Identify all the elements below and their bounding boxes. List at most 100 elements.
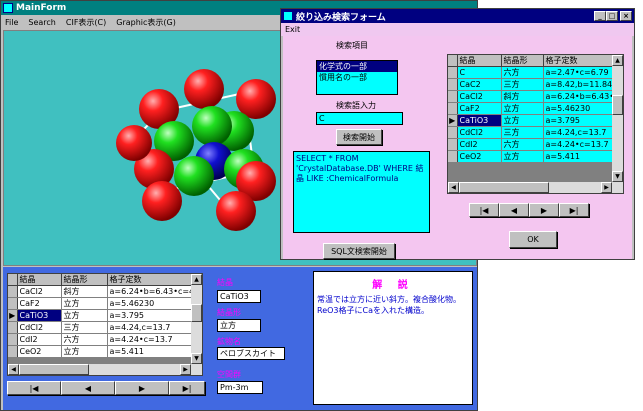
cell-lattice[interactable]: a=2.47•c=6.79 — [543, 66, 614, 79]
ok-button[interactable]: OK — [509, 231, 557, 248]
cell-crystal[interactable]: CdI2 — [17, 333, 62, 346]
row-indicator[interactable] — [8, 333, 18, 346]
sql-text-area[interactable]: SELECT * FROM 'CrystalDatabase.DB' WHERE… — [293, 151, 430, 233]
row-indicator[interactable] — [8, 321, 18, 334]
col-header-form[interactable]: 結晶形 — [61, 274, 108, 286]
menu-graphic[interactable]: Graphic表示(G) — [116, 17, 176, 28]
cell-crystal[interactable]: CeO2 — [17, 345, 62, 358]
cell-lattice[interactable]: a=4.24,c=13.7 — [543, 126, 614, 139]
row-pointer-icon[interactable]: ▶ — [448, 114, 458, 127]
minimize-icon[interactable]: _ — [594, 11, 606, 21]
cell-crystal[interactable]: CeO2 — [457, 150, 502, 163]
cell-lattice[interactable]: a=3.795 — [107, 309, 193, 322]
search-table-row[interactable]: CaCl2斜方a=6.24•b=6.43•c= — [448, 90, 614, 103]
cell-crystal[interactable]: CdCl2 — [17, 321, 62, 334]
cell-form[interactable]: 三方 — [501, 78, 544, 91]
search-scroll-right-arrow-icon[interactable]: ▶ — [601, 182, 612, 193]
cell-crystal[interactable]: C — [457, 66, 502, 79]
cell-crystal[interactable]: CaCl2 — [457, 90, 502, 103]
search-nav-prev-button[interactable]: ◀ — [499, 203, 529, 217]
row-pointer-icon[interactable]: ▶ — [8, 309, 18, 322]
cell-lattice[interactable]: a=6.24•b=6.43•c= — [543, 90, 614, 103]
main-table-row[interactable]: CeO2 立方 a=5.411 — [8, 345, 193, 358]
cell-form[interactable]: 立方 — [501, 102, 544, 115]
search-col-header-crystal[interactable]: 結晶 — [457, 55, 502, 67]
maximize-icon[interactable]: □ — [606, 11, 618, 21]
search-item-option-common[interactable]: 慣用名の一部 — [317, 72, 397, 83]
search-col-header-form[interactable]: 結晶形 — [501, 55, 544, 67]
main-table-row[interactable]: CdI2 六方 a=4.24•c=13.7 — [8, 333, 193, 346]
main-nav-prev-button[interactable]: ◀ — [61, 381, 115, 395]
row-indicator[interactable] — [8, 297, 18, 310]
cell-lattice[interactable]: a=4.24•c=13.7 — [107, 333, 193, 346]
main-grid-vscroll[interactable]: ▲ ▼ — [191, 274, 202, 364]
search-item-listbox[interactable]: 化学式の一部 慣用名の一部 — [316, 60, 398, 95]
cell-form[interactable]: 斜方 — [501, 90, 544, 103]
search-scroll-up-arrow-icon[interactable]: ▲ — [612, 55, 623, 66]
search-item-option-formula[interactable]: 化学式の一部 — [317, 61, 397, 72]
search-table-row[interactable]: CdCl2 三方 a=4.24,c=13.7 — [448, 126, 614, 139]
cell-form[interactable]: 六方 — [501, 138, 544, 151]
cell-lattice[interactable]: a=4.24,c=13.7 — [107, 321, 193, 334]
search-form-titlebar[interactable]: 絞り込み検索フォーム _ □ × — [281, 9, 634, 23]
search-nav-first-button[interactable]: |◀ — [469, 203, 499, 217]
row-indicator[interactable] — [448, 90, 458, 103]
cell-form[interactable]: 立方 — [61, 345, 108, 358]
cell-form[interactable]: 立方 — [501, 150, 544, 163]
search-grid-vthumb[interactable] — [612, 95, 623, 115]
main-nav-last-button[interactable]: ▶| — [169, 381, 205, 395]
cell-form[interactable]: 三方 — [501, 126, 544, 139]
cell-form[interactable]: 立方 — [61, 297, 108, 310]
search-table-row[interactable]: CaC2 三方 a=8.42,b=11.84,c — [448, 78, 614, 91]
main-table-row[interactable]: ▶ CaTiO3 立方 a=3.795 — [8, 309, 193, 322]
scroll-right-arrow-icon[interactable]: ▶ — [180, 364, 191, 375]
search-word-input[interactable]: C — [316, 112, 403, 125]
cell-form[interactable]: 三方 — [61, 321, 108, 334]
row-indicator[interactable] — [448, 138, 458, 151]
main-nav-next-button[interactable]: ▶ — [115, 381, 169, 395]
row-indicator[interactable] — [448, 102, 458, 115]
cell-lattice[interactable]: a=8.42,b=11.84,c — [543, 78, 614, 91]
cell-crystal[interactable]: CaTiO3 — [17, 309, 62, 322]
row-indicator[interactable] — [448, 150, 458, 163]
scroll-up-arrow-icon[interactable]: ▲ — [191, 274, 202, 285]
cell-lattice[interactable]: a=5.411 — [107, 345, 193, 358]
cell-crystal[interactable]: CaF2 — [457, 102, 502, 115]
main-table-row[interactable]: CaCl2斜方a=6.24•b=6.43•c=4.20 — [8, 285, 193, 298]
row-indicator[interactable] — [8, 345, 18, 358]
main-grid-hscroll[interactable]: ◀ ▶ — [8, 364, 202, 375]
menu-file[interactable]: File — [5, 18, 18, 27]
search-table-row[interactable]: CaF2 立方 a=5.46230 — [448, 102, 614, 115]
menu-search[interactable]: Search — [28, 18, 55, 27]
menu-cif[interactable]: CIF表示(C) — [66, 17, 106, 28]
row-indicator[interactable] — [448, 78, 458, 91]
cell-crystal[interactable]: CaCl2 — [17, 285, 62, 298]
cell-form[interactable]: 六方 — [61, 333, 108, 346]
search-table-row[interactable]: C 六方 a=2.47•c=6.79 — [448, 66, 614, 79]
search-scroll-left-arrow-icon[interactable]: ◀ — [448, 182, 459, 193]
main-grid-hthumb[interactable] — [19, 364, 89, 375]
cell-form[interactable]: 立方 — [61, 309, 108, 322]
search-scroll-down-arrow-icon[interactable]: ▼ — [612, 171, 623, 182]
scroll-left-arrow-icon[interactable]: ◀ — [8, 364, 19, 375]
main-table-row[interactable]: CaF2 立方 a=5.46230 — [8, 297, 193, 310]
cell-crystal[interactable]: CaC2 — [457, 78, 502, 91]
cell-crystal[interactable]: CaF2 — [17, 297, 62, 310]
col-header-crystal[interactable]: 結晶 — [17, 274, 62, 286]
main-crystal-grid[interactable]: 結晶 結晶形 格子定数 CaCl2斜方a=6.24•b=6.43•c=4.20C… — [7, 273, 203, 376]
row-indicator[interactable] — [448, 126, 458, 139]
row-indicator[interactable] — [8, 285, 18, 298]
search-result-grid[interactable]: 結晶 結晶形 格子定数 C 六方 a=2.47•c=6.79 CaC2 三方 a=8.42… — [447, 54, 624, 194]
search-table-row[interactable]: CdI2 六方 a=4.24•c=13.7 — [448, 138, 614, 151]
search-nav-next-button[interactable]: ▶ — [529, 203, 559, 217]
row-indicator[interactable] — [448, 66, 458, 79]
cell-crystal[interactable]: CdCl2 — [457, 126, 502, 139]
cell-lattice[interactable]: a=5.46230 — [543, 102, 614, 115]
search-col-header-lattice[interactable]: 格子定数 — [543, 55, 614, 67]
cell-crystal[interactable]: CdI2 — [457, 138, 502, 151]
search-nav-last-button[interactable]: ▶| — [559, 203, 589, 217]
cell-crystal[interactable]: CaTiO3 — [457, 114, 502, 127]
sql-search-start-button[interactable]: SQL文検索開始 — [323, 243, 395, 259]
cell-lattice[interactable]: a=6.24•b=6.43•c=4.20 — [107, 285, 193, 298]
main-grid-vthumb[interactable] — [191, 304, 202, 322]
